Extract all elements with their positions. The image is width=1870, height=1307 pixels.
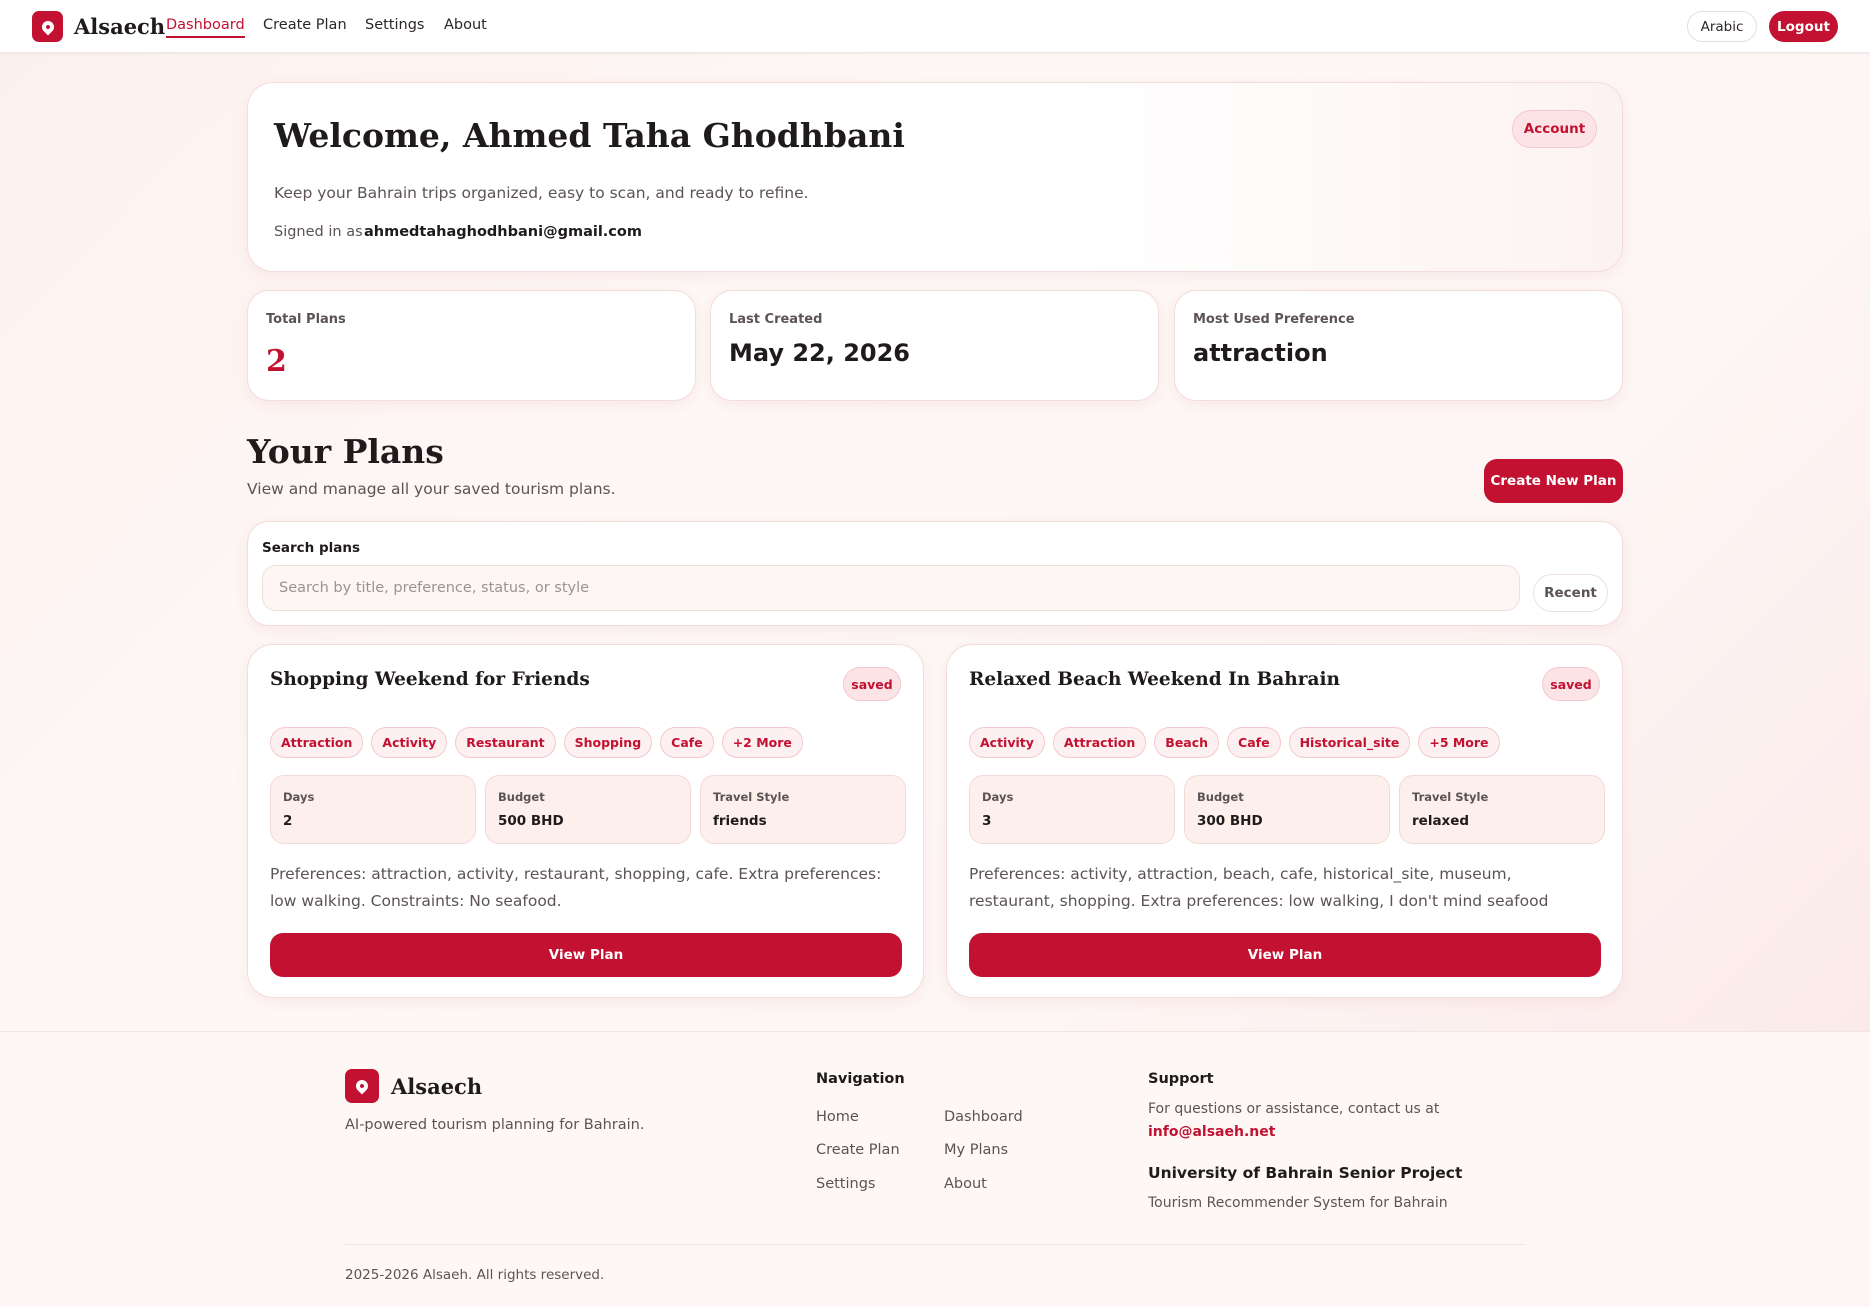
footer [0,1031,1870,1307]
support-email-link[interactable]: info@alsaeh.net [1148,1124,1275,1140]
stat-total-plans: Total Plans 2 [247,290,696,401]
info-value: 3 [982,813,992,829]
days-box: Days 2 [270,775,476,844]
footer-link-my-plans[interactable]: My Plans [944,1142,1008,1158]
plan-card: Shopping Weekend for Friends saved Attra… [247,644,924,998]
plan-title: Relaxed Beach Weekend In Bahrain [969,669,1340,690]
search-card: Search plans Recent [247,521,1623,626]
plan-title: Shopping Weekend for Friends [270,669,590,690]
stat-label: Last Created [729,312,823,327]
info-value: 2 [283,813,293,829]
project-title: University of Bahrain Senior Project [1148,1164,1463,1182]
welcome-title: Welcome, Ahmed Taha Ghodhbani [274,116,905,155]
top-header: Alsaech Dashboard Create Plan Settings A… [0,0,1870,53]
user-email: ahmedtahaghodhbani@gmail.com [364,224,642,240]
plan-info-row: Days 2 Budget 500 BHD Travel Style frien… [270,775,906,844]
more-tags-chip[interactable]: +2 More [721,727,803,758]
welcome-subtitle: Keep your Bahrain trips organized, easy … [274,184,809,202]
stat-label: Total Plans [266,312,346,327]
info-label: Budget [1197,790,1244,804]
footer-link-about[interactable]: About [944,1176,987,1192]
more-tags-chip[interactable]: +5 More [1418,727,1500,758]
footer-link-dashboard[interactable]: Dashboard [944,1109,1023,1125]
language-toggle-button[interactable]: Arabic [1687,11,1757,42]
map-pin-logo-icon [345,1069,379,1103]
preference-tag: Restaurant [455,727,556,758]
status-badge: saved [843,667,901,701]
preference-tag: Activity [371,727,448,758]
plans-section-subtitle: View and manage all your saved tourism p… [247,480,616,498]
search-input[interactable] [262,565,1520,611]
budget-box: Budget 500 BHD [485,775,691,844]
travel-style-box: Travel Style friends [700,775,906,844]
status-badge: saved [1542,667,1600,701]
sort-recent-button[interactable]: Recent [1533,574,1608,612]
stat-value: May 22, 2026 [729,339,911,367]
info-label: Travel Style [1412,790,1489,804]
preference-tag: Attraction [1052,727,1147,758]
preference-tag: Cafe [1227,727,1281,758]
footer-link-settings[interactable]: Settings [816,1176,875,1192]
view-plan-button[interactable]: View Plan [270,933,902,977]
search-label: Search plans [262,540,361,556]
preference-tag: Beach [1154,727,1220,758]
info-value: 500 BHD [498,813,564,829]
info-value: 300 BHD [1197,813,1263,829]
account-button[interactable]: Account [1512,110,1597,148]
nav-about[interactable]: About [444,17,487,33]
plan-info-row: Days 3 Budget 300 BHD Travel Style relax… [969,775,1605,844]
info-label: Days [283,790,315,804]
support-text: For questions or assistance, contact us … [1148,1101,1440,1117]
preference-tag: Historical_site [1288,727,1411,758]
info-label: Travel Style [713,790,790,804]
plan-description: Preferences: activity, attraction, beach… [969,865,1549,910]
support-title: Support [1148,1071,1214,1087]
footer-brand-name: Alsaech [391,1074,483,1099]
info-value: friends [713,813,767,829]
info-value: relaxed [1412,813,1470,829]
create-new-plan-button[interactable]: Create New Plan [1484,459,1623,503]
preference-tag: Shopping [563,727,653,758]
map-pin-logo-icon[interactable] [32,11,63,42]
preference-tags: Attraction Activity Restaurant Shopping … [270,727,803,758]
stat-last-created: Last Created May 22, 2026 [710,290,1159,401]
info-label: Days [982,790,1014,804]
footer-link-create-plan[interactable]: Create Plan [816,1142,900,1158]
brand-name[interactable]: Alsaech [74,14,165,39]
plans-section-title: Your Plans [247,432,444,471]
stat-value: attraction [1193,339,1328,367]
footer-link-home[interactable]: Home [816,1109,859,1125]
days-box: Days 3 [969,775,1175,844]
footer-tagline: AI-powered tourism planning for Bahrain. [345,1117,645,1133]
plan-description: Preferences: attraction, activity, resta… [270,865,882,910]
preference-tag: Attraction [270,727,364,758]
nav-settings[interactable]: Settings [365,17,424,33]
preference-tags: Activity Attraction Beach Cafe Historica… [969,727,1500,758]
plan-card: Relaxed Beach Weekend In Bahrain saved A… [946,644,1623,998]
nav-dashboard[interactable]: Dashboard [166,17,245,38]
stat-label: Most Used Preference [1193,312,1355,327]
stat-most-used-preference: Most Used Preference attraction [1174,290,1623,401]
project-subtitle: Tourism Recommender System for Bahrain [1148,1195,1448,1211]
view-plan-button[interactable]: View Plan [969,933,1601,977]
preference-tag: Activity [969,727,1045,758]
logout-button[interactable]: Logout [1769,11,1838,42]
copyright: 2025-2026 Alsaeh. All rights reserved. [345,1267,605,1283]
nav-create-plan[interactable]: Create Plan [263,17,347,33]
footer-divider [345,1244,1525,1245]
budget-box: Budget 300 BHD [1184,775,1390,844]
travel-style-box: Travel Style relaxed [1399,775,1605,844]
footer-nav-title: Navigation [816,1071,905,1087]
preference-tag: Cafe [660,727,714,758]
stat-value: 2 [266,344,287,379]
signed-in-label: Signed in as [274,224,363,240]
welcome-card: Welcome, Ahmed Taha Ghodhbani Keep your … [247,82,1623,272]
info-label: Budget [498,790,545,804]
